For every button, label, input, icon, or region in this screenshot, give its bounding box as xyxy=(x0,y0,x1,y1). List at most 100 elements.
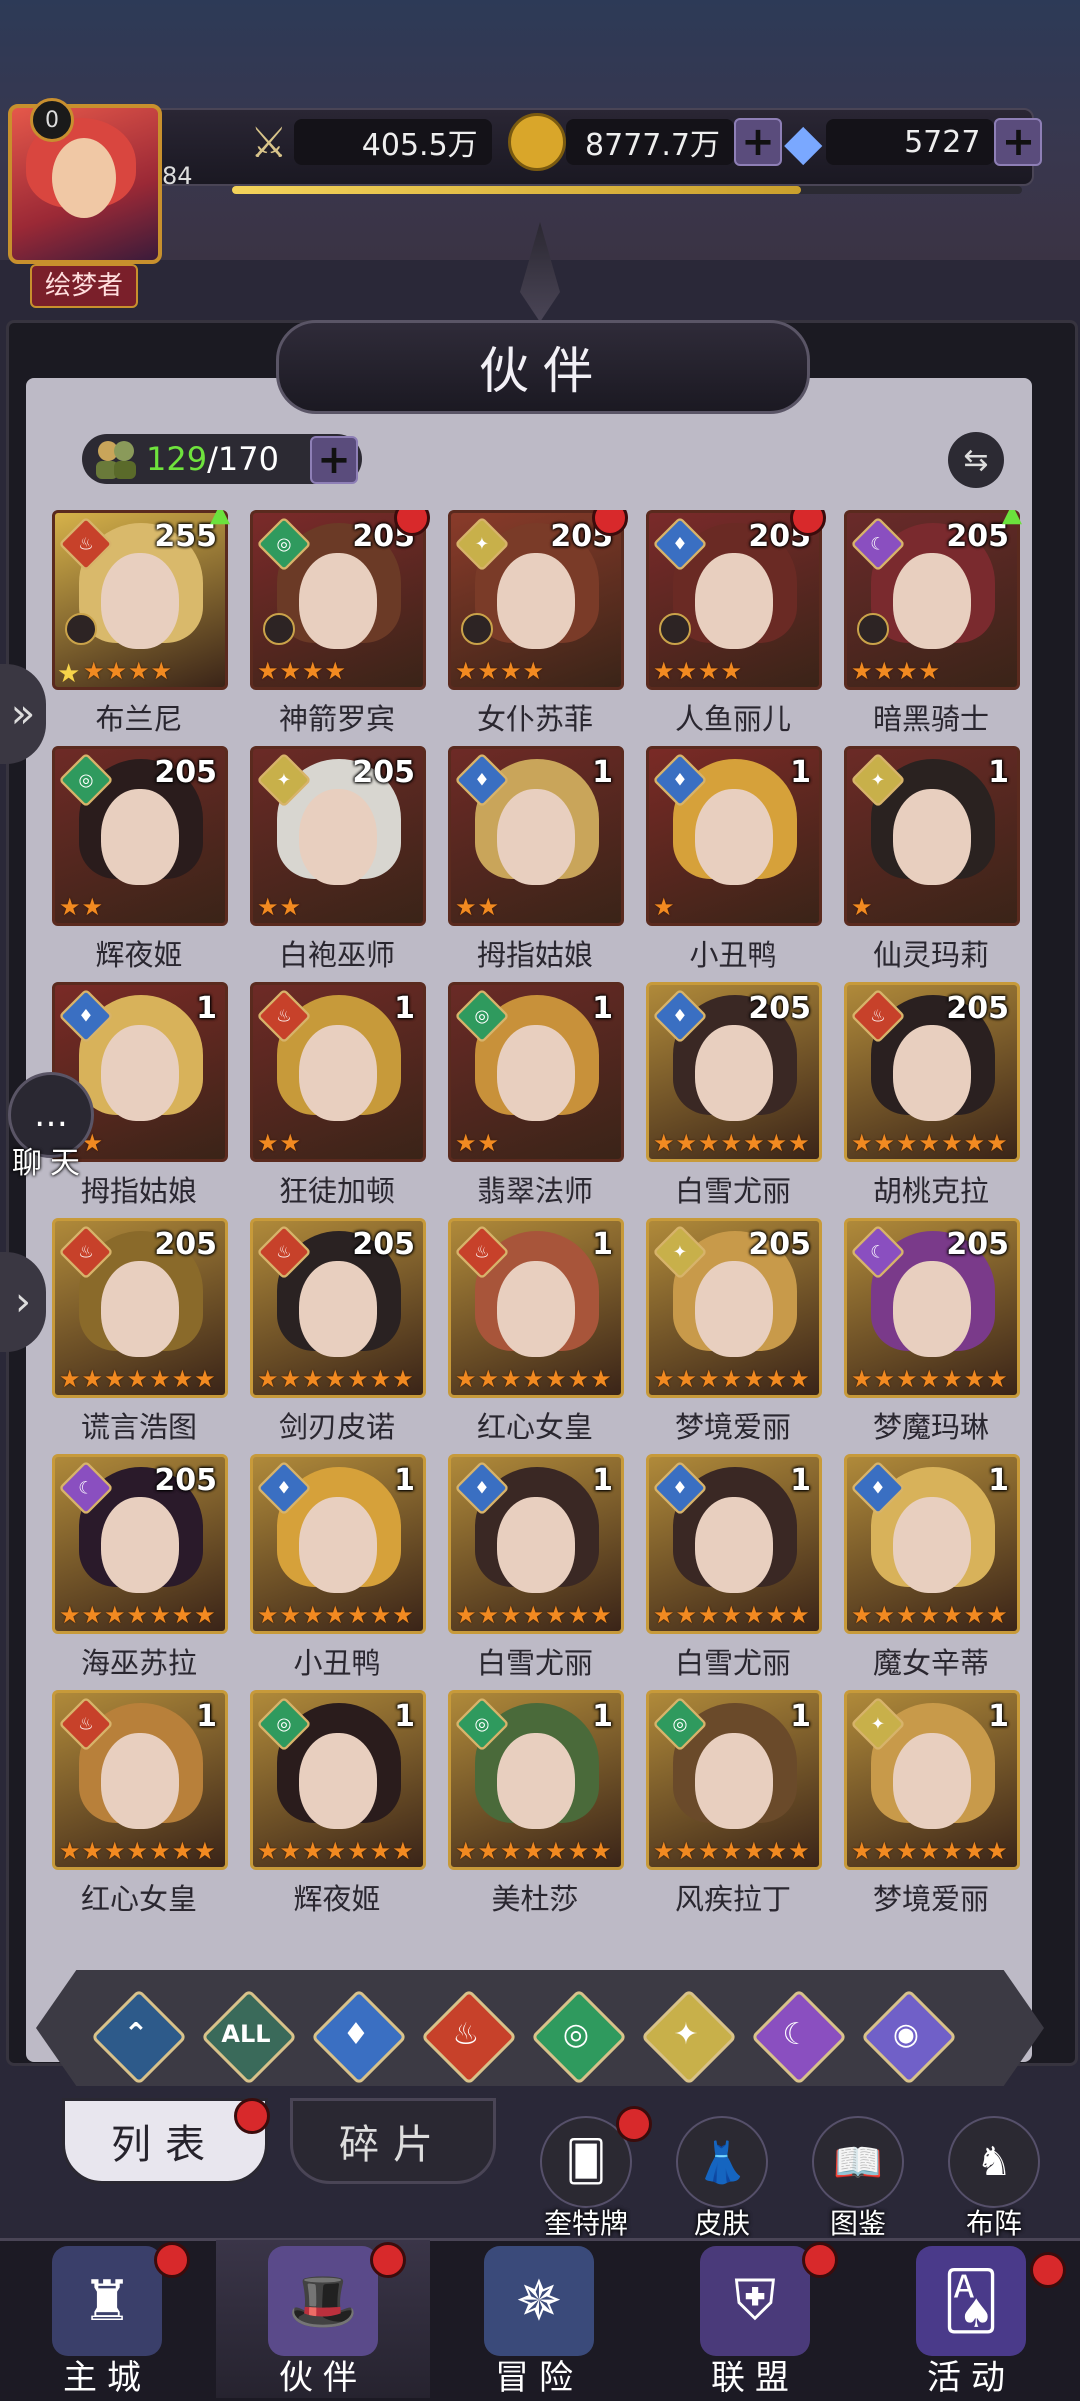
star-icon: ★ xyxy=(590,1601,612,1629)
player-level: 84 xyxy=(162,162,193,190)
partner-card[interactable]: ☾ 205 ★ ★ ★ ★ ★ ★ ★ 海巫苏拉 xyxy=(52,1454,228,1686)
filter-light[interactable]: ✦ xyxy=(640,1988,738,2086)
portrait-face xyxy=(695,553,773,649)
star-icon: ★ xyxy=(392,1365,414,1393)
partner-name: 红心女皇 xyxy=(80,1882,197,1916)
partner-portrait: ♦ 1 ★ ★ ★ ★ ★ ★ ★ xyxy=(844,1454,1020,1634)
star-rating: ★ ★ ★ ★ ★ ★ ★ xyxy=(455,1601,612,1629)
upgrade-arrow-icon: ▲ xyxy=(210,510,230,528)
partner-card[interactable]: ♦ 1 ★ 小丑鸭 xyxy=(646,746,822,978)
partner-card[interactable]: ◎ 1 ★ ★ ★ ★ ★ ★ ★ 辉夜姬 xyxy=(250,1690,426,1922)
filter-water[interactable]: ♦ xyxy=(310,1988,408,2086)
partner-card[interactable]: ✦ 205 ★ ★ ★ ★ ★ ★ ★ 梦境爱丽 xyxy=(646,1218,822,1450)
partner-card[interactable]: ◎ 205 ★ ★ ★ ★ 神箭罗宾 xyxy=(250,510,430,742)
filter-all[interactable]: ALL xyxy=(200,1988,298,2086)
partner-card[interactable]: ◎ 1 ★ ★ ★ ★ ★ ★ ★ 风疾拉丁 xyxy=(646,1690,822,1922)
power-display: ⚔ 405.5万 xyxy=(250,112,492,172)
star-icon: ★ xyxy=(653,1129,675,1157)
star-icon: ★ xyxy=(873,1837,896,1865)
star-icon: ★ xyxy=(149,1837,171,1865)
add-diamond-button[interactable]: + xyxy=(994,118,1043,166)
filter-dark[interactable]: ☾ xyxy=(750,1988,848,2086)
partner-card[interactable]: ☾ 205 ★ ★ ★ ★ ▲ 暗黑骑士 xyxy=(844,510,1022,742)
partner-name: 白雪尤丽 xyxy=(476,1646,593,1680)
partner-name: 梦魔玛琳 xyxy=(872,1410,989,1444)
partner-card[interactable]: ♦ 1 ★ ★ ★ ★ ★ ★ ★ 小丑鸭 xyxy=(250,1454,426,1686)
star-icon: ★ xyxy=(851,893,873,921)
codex-button[interactable]: 📖 图鉴 xyxy=(808,2116,908,2242)
chevron-right-icon: › xyxy=(15,1279,31,1325)
filter-star[interactable]: ◉ xyxy=(860,1988,958,2086)
skin-button[interactable]: 👗 皮肤 xyxy=(672,2116,772,2242)
star-icon: ★ xyxy=(522,1837,545,1865)
lock-icon xyxy=(659,613,691,645)
star-icon: ★ xyxy=(302,1365,324,1393)
lock-icon xyxy=(461,613,493,645)
partner-card[interactable]: ♨ 1 ★ ★ ★ ★ ★ ★ ★ 红心女皇 xyxy=(448,1218,624,1450)
witch-hat-icon: 🎩 xyxy=(268,2246,378,2356)
partner-card[interactable]: ♨ 1 ★ ★ ★ ★ ★ ★ ★ 红心女皇 xyxy=(52,1690,228,1922)
star-icon: ★ xyxy=(873,1365,896,1393)
star-icon: ★ xyxy=(279,657,302,685)
partner-card[interactable]: ♦ 1 ★ ★ ★ ★ ★ ★ ★ 白雪尤丽 xyxy=(646,1454,822,1686)
partner-card[interactable]: ♨ 1 ★ ★ 狂徒加顿 xyxy=(250,982,426,1214)
partner-card[interactable]: ♨ 205 ★ ★ ★ ★ ★ ★ ★ 剑刃皮诺 xyxy=(250,1218,426,1450)
star-icon: ★ xyxy=(788,1365,810,1393)
partner-card[interactable]: ♦ 205 ★ ★ ★ ★ ★ ★ ★ 白雪尤丽 xyxy=(646,982,822,1214)
partner-card[interactable]: ☾ 205 ★ ★ ★ ★ ★ ★ ★ 梦魔玛琳 xyxy=(844,1218,1020,1450)
star-icon: ★ xyxy=(150,657,173,685)
filter-void[interactable]: ⌃ xyxy=(90,1988,188,2086)
sort-toggle-button[interactable]: ⇆ xyxy=(948,432,1004,488)
partner-level: 1 xyxy=(394,1699,415,1734)
star-icon: ★ xyxy=(743,1365,765,1393)
partner-card[interactable]: ✦ 205 ★ ★ 白袍巫师 xyxy=(250,746,426,978)
nav-adventure[interactable]: ✵ 冒险 xyxy=(432,2240,646,2398)
star-icon: ★ xyxy=(455,1365,477,1393)
partner-card[interactable]: ◎ 1 ★ ★ ★ ★ ★ ★ ★ 美杜莎 xyxy=(448,1690,624,1922)
light-glyph: ✦ xyxy=(673,2016,699,2052)
partner-level: 1 xyxy=(394,1463,415,1498)
partner-card[interactable]: ◎ 1 ★ ★ 翡翠法师 xyxy=(448,982,624,1214)
partner-card[interactable]: ◎ 205 ★ ★ 辉夜姬 xyxy=(52,746,228,978)
partner-name: 白袍巫师 xyxy=(278,938,395,972)
tab-fragments[interactable]: 碎片 xyxy=(290,2098,496,2184)
partner-card[interactable]: ✦ 1 ★ 仙灵玛莉 xyxy=(844,746,1020,978)
star-icon: ★ xyxy=(653,1365,675,1393)
partner-card[interactable]: ✦ 205 ★ ★ ★ ★ 女仆苏菲 xyxy=(448,510,628,742)
star-icon: ★ xyxy=(743,1601,765,1629)
star-icon: ★ xyxy=(698,1601,720,1629)
skin-label: 皮肤 xyxy=(693,2207,750,2240)
star-icon: ★ xyxy=(455,1601,477,1629)
partner-card[interactable]: ♦ 1 ★ ★ ★ ★ ★ ★ ★ 魔女辛蒂 xyxy=(844,1454,1020,1686)
partner-card[interactable]: ♦ 1 ★ ★ ★ ★ ★ ★ ★ 白雪尤丽 xyxy=(448,1454,624,1686)
nav-city-notification xyxy=(154,2242,190,2278)
partner-card[interactable]: ✦ 1 ★ ★ ★ ★ ★ ★ ★ 梦境爱丽 xyxy=(844,1690,1020,1922)
upgrade-arrow-icon: ▲ xyxy=(1002,510,1022,528)
portrait-face xyxy=(497,553,575,649)
partner-name: 风疾拉丁 xyxy=(674,1882,791,1916)
partner-card[interactable]: ♨ 255 ★ ★ ★ ★ ★ ▲ 布兰尼 xyxy=(52,510,230,742)
partner-name: 辉夜姬 xyxy=(95,938,183,972)
partner-card[interactable]: ♨ 205 ★ ★ ★ ★ ★ ★ ★ 胡桃克拉 xyxy=(844,982,1020,1214)
dark-glyph: ☾ xyxy=(782,2016,810,2052)
partner-portrait: ◎ 1 ★ ★ ★ ★ ★ ★ ★ xyxy=(448,1690,624,1870)
star-icon: ★ xyxy=(369,1601,392,1629)
partner-card[interactable]: ♦ 205 ★ ★ ★ ★ 人鱼丽儿 xyxy=(646,510,826,742)
star-icon: ★ xyxy=(522,657,545,685)
expand-capacity-button[interactable]: + xyxy=(310,436,358,484)
formation-button[interactable]: ♞ 布阵 xyxy=(944,2116,1044,2242)
star-icon: ★ xyxy=(194,1365,216,1393)
star-icon: ★ xyxy=(81,1365,104,1393)
partner-card[interactable]: ♦1★★拇指姑娘 xyxy=(448,746,624,978)
add-gold-button[interactable]: + xyxy=(734,118,782,166)
star-icon: ★ xyxy=(302,1601,324,1629)
star-icon: ★ xyxy=(963,1837,986,1865)
portrait-face xyxy=(299,1497,377,1593)
portrait-face xyxy=(101,1733,179,1829)
filter-wind[interactable]: ◎ xyxy=(530,1988,628,2086)
filter-fire[interactable]: ♨ xyxy=(420,1988,518,2086)
star-icon: ★ xyxy=(257,1601,279,1629)
partner-card[interactable]: ♨ 205 ★ ★ ★ ★ ★ ★ ★ 谎言浩图 xyxy=(52,1218,228,1450)
star-rating: ★ ★ ★ ★ ★ ★ ★ xyxy=(59,1601,216,1629)
star-icon: ★ xyxy=(257,657,279,685)
